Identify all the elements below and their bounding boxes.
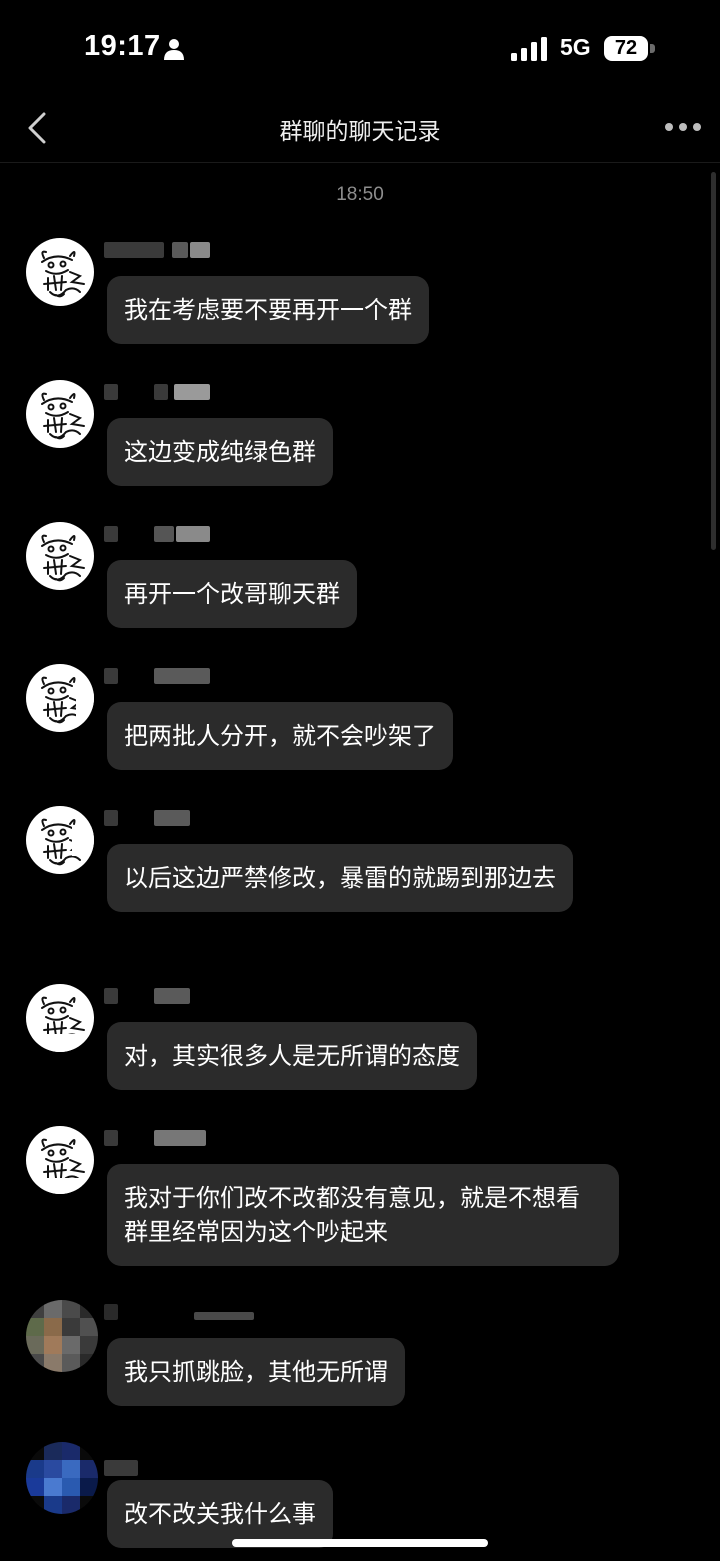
avatar[interactable] — [26, 664, 94, 732]
status-bar: 19:17 5G 72 — [0, 0, 720, 96]
avatar[interactable] — [26, 522, 94, 590]
more-horizontal-icon[interactable] — [660, 112, 706, 142]
message-bubble[interactable]: 我对于你们改不改都没有意见，就是不想看群里经常因为这个吵起来 — [107, 1164, 619, 1266]
sender-name-blurred — [104, 1304, 254, 1320]
avatar[interactable] — [26, 380, 94, 448]
cellular-signal-icon — [511, 37, 547, 61]
avatar[interactable] — [26, 1442, 98, 1514]
sender-name-blurred — [104, 1446, 210, 1476]
network-label: 5G — [560, 34, 591, 60]
message-timestamp: 18:50 — [336, 184, 384, 205]
sender-name-blurred — [104, 1130, 210, 1146]
sender-name-blurred — [104, 668, 210, 684]
message-bubble[interactable]: 我只抓跳脸，其他无所谓 — [107, 1338, 405, 1406]
message-bubble[interactable]: 改不改关我什么事 — [107, 1480, 333, 1548]
avatar[interactable] — [26, 238, 94, 306]
sender-name-blurred — [104, 810, 210, 826]
person-icon — [164, 39, 184, 60]
page-title: 群聊的聊天记录 — [279, 119, 441, 145]
message-bubble[interactable]: 这边变成纯绿色群 — [107, 418, 333, 486]
message-bubble[interactable]: 把两批人分开，就不会吵架了 — [107, 702, 453, 770]
message-bubble[interactable]: 再开一个改哥聊天群 — [107, 560, 357, 628]
battery-cap — [650, 44, 655, 53]
avatar[interactable] — [26, 1126, 94, 1194]
chat-header: 群聊的聊天记录 — [0, 96, 720, 163]
home-indicator[interactable] — [232, 1539, 488, 1547]
avatar[interactable] — [26, 806, 94, 874]
message-bubble[interactable]: 以后这边严禁修改，暴雷的就踢到那边去 — [107, 844, 573, 912]
message-bubble[interactable]: 我在考虑要不要再开一个群 — [107, 276, 429, 344]
battery-indicator: 72 — [604, 36, 648, 61]
sender-name-blurred — [104, 384, 210, 400]
sender-name-blurred — [104, 988, 210, 1004]
avatar[interactable] — [26, 1300, 98, 1372]
status-time: 19:17 — [84, 30, 161, 62]
sender-name-blurred — [104, 526, 210, 542]
scrollbar[interactable] — [711, 172, 716, 550]
avatar[interactable] — [26, 984, 94, 1052]
message-bubble[interactable]: 对，其实很多人是无所谓的态度 — [107, 1022, 477, 1090]
sender-name-blurred — [104, 242, 210, 258]
